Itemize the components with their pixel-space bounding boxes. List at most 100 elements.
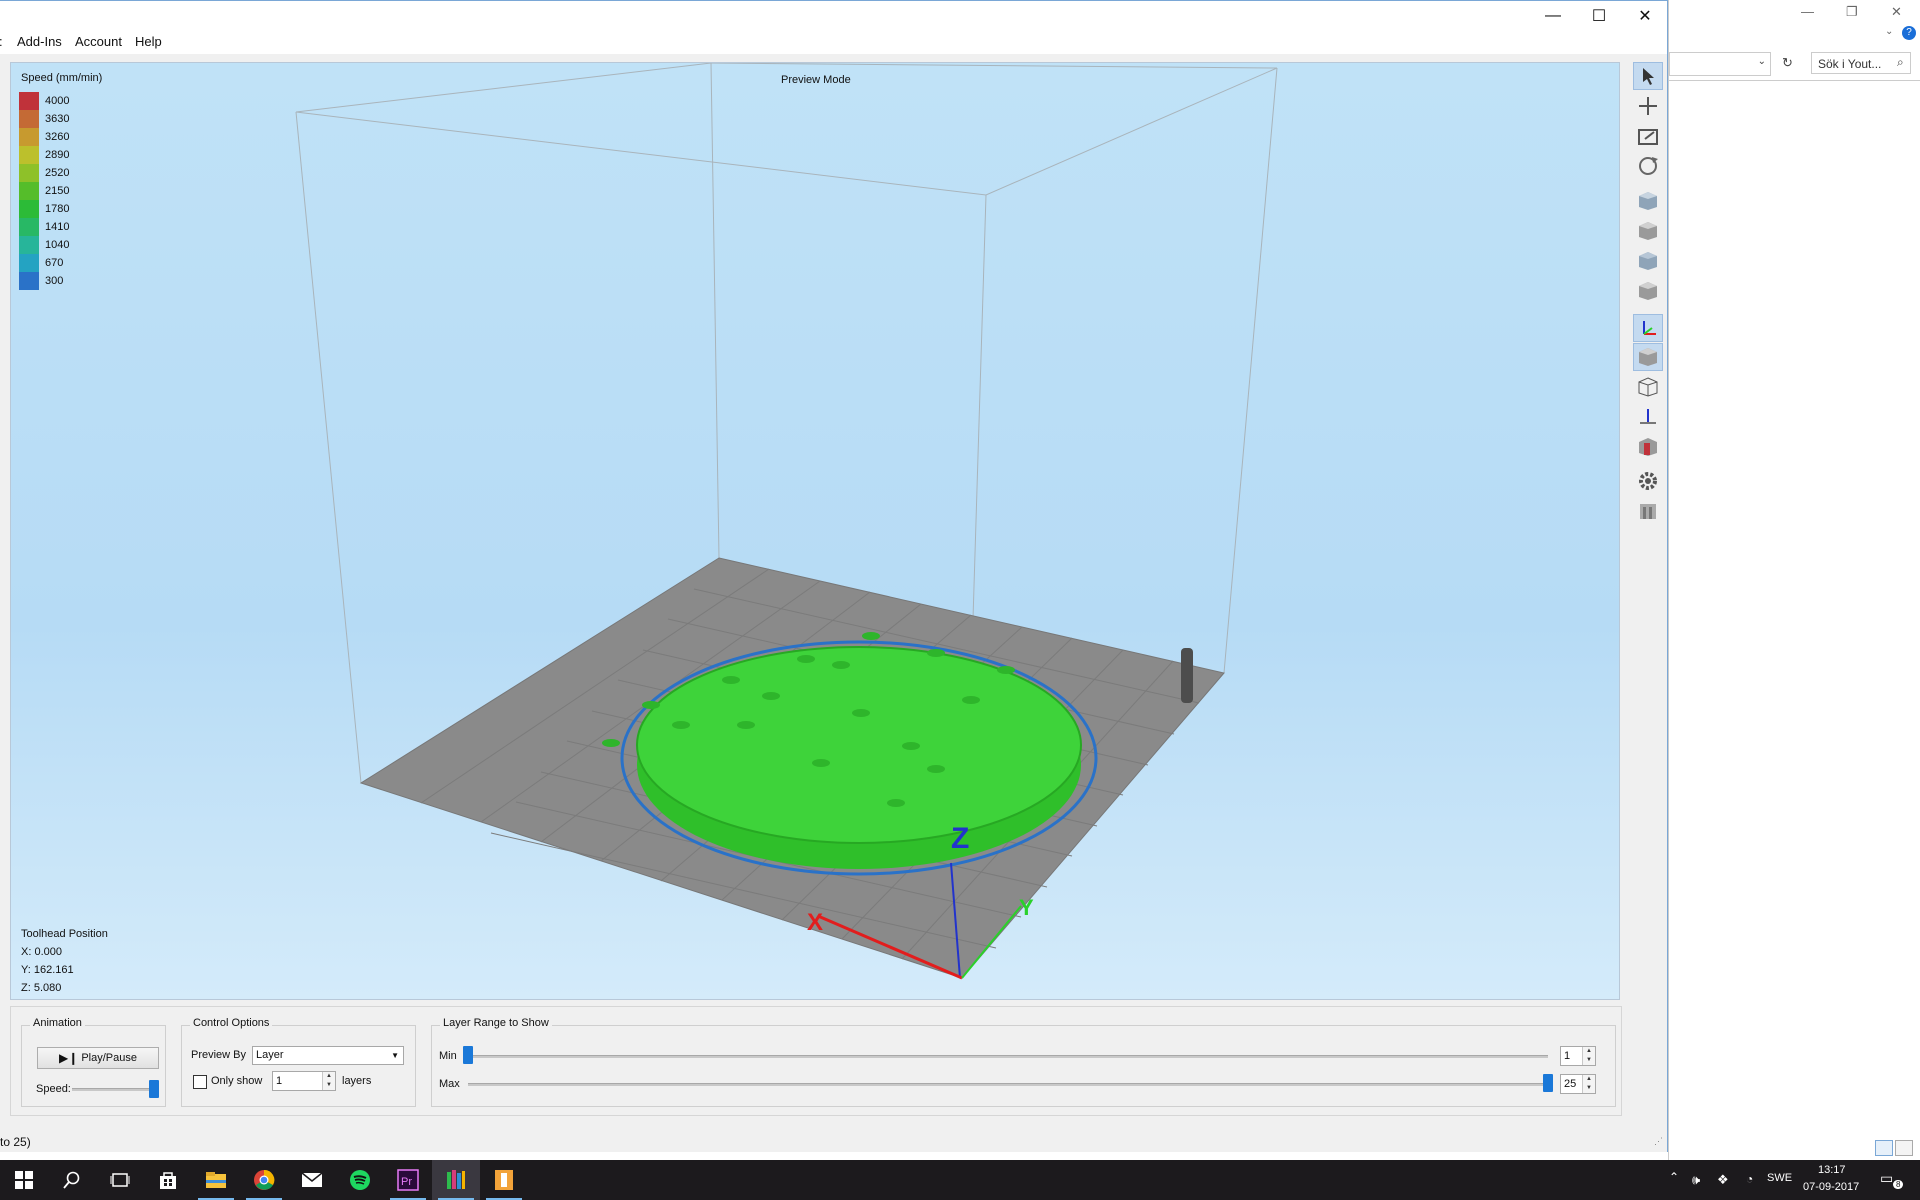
spin-arrows-icon[interactable]: ▲ ▼: [322, 1072, 335, 1090]
taskbar-chrome[interactable]: [240, 1160, 288, 1200]
task-view-button[interactable]: [96, 1160, 144, 1200]
menu-bar: : Add-Ins Account Help: [0, 30, 1667, 54]
search-icon[interactable]: ⌕: [1897, 55, 1904, 70]
legend-item: 1040: [19, 236, 99, 254]
chevron-down-icon: ⌄: [1757, 56, 1766, 67]
bed-object: [1181, 648, 1193, 703]
large-icons-view-icon[interactable]: [1895, 1140, 1913, 1156]
toggle-wireframe-button[interactable]: [1633, 373, 1663, 401]
toggle-plane-button[interactable]: [1633, 403, 1663, 431]
view-front-button[interactable]: [1633, 217, 1663, 245]
preview-controls-panel: Animation ▶❙ Play/Pause Speed: Control O…: [10, 1006, 1622, 1116]
toolhead-title: Toolhead Position: [21, 928, 108, 940]
preview-mode-label: Preview Mode: [781, 74, 851, 86]
max-layer-slider-thumb[interactable]: [1543, 1074, 1553, 1092]
machine-control-button[interactable]: [1633, 497, 1663, 525]
toolhead-x: X: 0.000: [21, 946, 62, 958]
legend-item: 1780: [19, 200, 99, 218]
only-show-checkbox[interactable]: [193, 1075, 207, 1089]
divider: [1669, 80, 1920, 81]
taskbar-file-explorer[interactable]: [192, 1160, 240, 1200]
cross-section-icon: [1639, 438, 1657, 456]
clock-date[interactable]: 07-09-2017: [1803, 1181, 1859, 1193]
taskbar-store[interactable]: [144, 1160, 192, 1200]
bg-chevron-down-icon[interactable]: ⌄: [1885, 26, 1893, 37]
taskbar-mail[interactable]: [288, 1160, 336, 1200]
close-button[interactable]: ✕: [1622, 1, 1668, 31]
mail-icon: [301, 1172, 323, 1187]
view-side-button[interactable]: [1633, 277, 1663, 305]
spin-arrows-icon[interactable]: ▲ ▼: [1582, 1047, 1595, 1065]
max-layer-spinbox[interactable]: 25 ▲ ▼: [1560, 1074, 1596, 1094]
taskbar-spotify[interactable]: [336, 1160, 384, 1200]
bg-address-dropdown[interactable]: ⌄: [1669, 52, 1771, 76]
bg-close-button[interactable]: ✕: [1891, 4, 1902, 20]
legend-swatch: [19, 200, 39, 218]
menu-item-addins[interactable]: Add-Ins: [17, 34, 62, 49]
rotate-tool-button[interactable]: [1633, 152, 1663, 180]
3d-preview-viewport[interactable]: Z X Y Speed (mm/min) 4000 3630 3260 2890…: [10, 62, 1620, 1000]
bg-minimize-button[interactable]: —: [1801, 4, 1814, 19]
language-indicator[interactable]: SWE: [1767, 1172, 1792, 1184]
min-layer-slider-thumb[interactable]: [463, 1046, 473, 1064]
rotate-icon: [1639, 157, 1658, 175]
layers-label: layers: [342, 1075, 372, 1087]
store-bag-icon: [160, 1172, 176, 1189]
folder-icon: [206, 1172, 226, 1188]
taskbar-simplify3d[interactable]: [432, 1160, 480, 1200]
title-bar: — ☐ ✕: [0, 0, 1667, 30]
taskbar: Pr ⌃ 🕪 ❖ ◔ SWE 13:17 07-09-2017 ▭ 8: [0, 1160, 1920, 1200]
search-button[interactable]: [48, 1160, 96, 1200]
premiere-icon: Pr: [397, 1169, 419, 1191]
wifi-icon[interactable]: ◔: [1746, 1172, 1753, 1186]
details-view-icon[interactable]: [1875, 1140, 1893, 1156]
legend-value: 3260: [45, 131, 70, 143]
refresh-icon[interactable]: ↻: [1782, 55, 1793, 71]
legend-item: 300: [19, 272, 99, 290]
volume-icon[interactable]: 🕪: [1692, 1172, 1700, 1188]
resize-grip-icon[interactable]: ⋰: [1654, 1136, 1663, 1147]
show-hidden-icons[interactable]: ⌃: [1669, 1170, 1679, 1184]
max-layer-slider-track[interactable]: [468, 1083, 1548, 1086]
min-layer-spinbox[interactable]: 1 ▲ ▼: [1560, 1046, 1596, 1066]
preview-by-select[interactable]: Layer ▼: [252, 1046, 404, 1065]
maximize-button[interactable]: ☐: [1576, 1, 1622, 31]
cube-solid-icon: [1639, 348, 1657, 366]
view-toolbar: [1633, 62, 1665, 542]
menu-item-account[interactable]: Account: [75, 34, 122, 49]
cross-section-button[interactable]: [1633, 433, 1663, 461]
taskbar-app-orange[interactable]: [480, 1160, 528, 1200]
menu-item-cut[interactable]: :: [0, 34, 3, 49]
select-tool-button[interactable]: [1633, 62, 1663, 90]
move-tool-button[interactable]: [1633, 92, 1663, 120]
dropbox-icon[interactable]: ❖: [1717, 1172, 1729, 1188]
start-button[interactable]: [0, 1160, 48, 1200]
spin-arrows-icon[interactable]: ▲ ▼: [1582, 1075, 1595, 1093]
scale-tool-button[interactable]: [1633, 122, 1663, 150]
cube-top-icon: [1639, 252, 1657, 270]
speed-slider-track[interactable]: [72, 1088, 154, 1091]
legend-value: 3630: [45, 113, 70, 125]
max-layer-value: 25: [1564, 1078, 1577, 1090]
play-pause-button[interactable]: ▶❙ Play/Pause: [37, 1047, 159, 1069]
view-top-button[interactable]: [1633, 247, 1663, 275]
play-pause-icon: ▶❙: [59, 1051, 79, 1065]
bg-search-input[interactable]: Sök i Yout...: [1811, 52, 1911, 74]
view-iso-button[interactable]: [1633, 187, 1663, 215]
settings-button[interactable]: [1633, 467, 1663, 495]
bg-help-icon[interactable]: ?: [1902, 26, 1916, 40]
menu-item-help[interactable]: Help: [135, 34, 162, 49]
clock-time[interactable]: 13:17: [1818, 1164, 1846, 1176]
toggle-axes-button[interactable]: [1633, 314, 1663, 342]
only-show-spinbox[interactable]: 1 ▲ ▼: [272, 1071, 336, 1091]
min-layer-slider-track[interactable]: [468, 1055, 1548, 1058]
toggle-solid-button[interactable]: [1633, 343, 1663, 371]
minimize-button[interactable]: —: [1530, 1, 1576, 31]
speed-slider-thumb[interactable]: [149, 1080, 159, 1098]
legend-value: 1040: [45, 239, 70, 251]
gear-icon: [1639, 472, 1657, 490]
taskbar-premiere[interactable]: Pr: [384, 1160, 432, 1200]
legend-swatch: [19, 182, 39, 200]
action-center-icon[interactable]: ▭: [1880, 1170, 1893, 1187]
bg-restore-button[interactable]: ❐: [1846, 4, 1858, 20]
